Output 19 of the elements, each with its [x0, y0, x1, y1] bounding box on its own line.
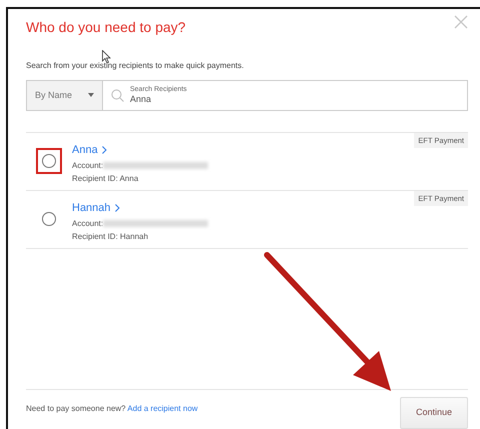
- footer-text: Need to pay someone new? Add a recipient now: [26, 402, 198, 414]
- chevron-icon: [114, 204, 120, 212]
- recipient-name-link[interactable]: Anna: [72, 144, 107, 157]
- caret-icon: [88, 93, 94, 98]
- instruction-text: Search from your existing recipients to make quick payments.: [26, 60, 245, 72]
- radio-button[interactable]: [42, 154, 56, 168]
- dialog-title: Who do you need to pay?: [26, 19, 186, 36]
- search-icon: [111, 88, 124, 102]
- recipient-name-link[interactable]: Hannah: [72, 202, 120, 215]
- mouse-cursor-icon: [102, 50, 111, 64]
- recipient-id-text: Recipient ID: Anna: [72, 174, 138, 184]
- continue-button[interactable]: Continue: [400, 396, 468, 428]
- radio-button[interactable]: [42, 212, 56, 226]
- recipient-id-text: Recipient ID: Hannah: [72, 232, 148, 242]
- account-label: Account:: [72, 160, 104, 171]
- add-recipient-link[interactable]: Add a recipient now: [127, 404, 198, 412]
- filter-dropdown[interactable]: By Name: [27, 80, 103, 110]
- account-label: Account:: [72, 218, 104, 229]
- chevron-icon: [102, 146, 107, 154]
